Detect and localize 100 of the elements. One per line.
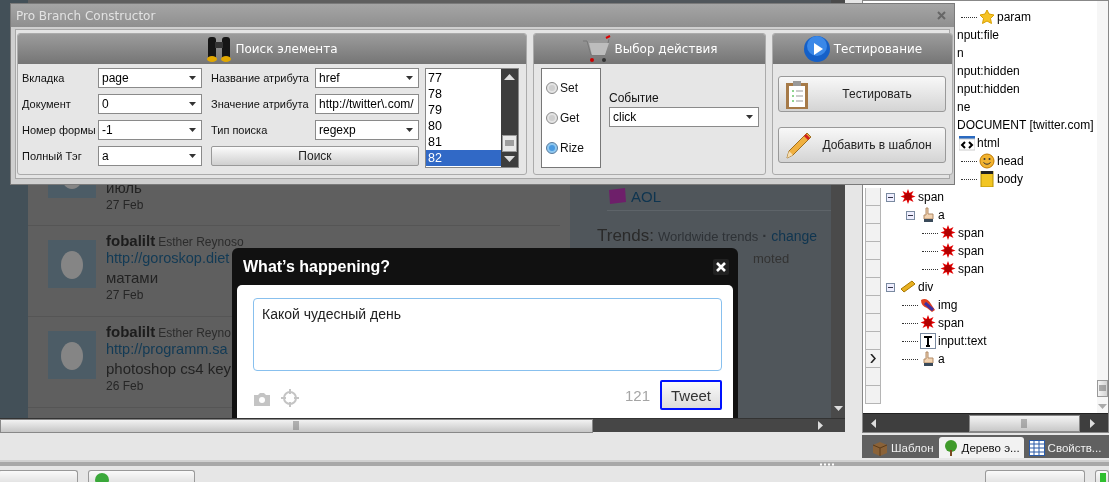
tab[interactable]: Свойств... [1024,437,1106,458]
dropdown-arrow-icon [189,102,196,106]
gutter-cell[interactable] [865,188,881,206]
close-icon[interactable] [713,258,729,275]
collapse-icon[interactable] [886,192,895,202]
tree-item[interactable]: span [918,190,945,204]
connector-line [902,340,918,342]
dropdown[interactable]: click [609,107,759,127]
action-button[interactable]: Добавить в шаблон [778,127,946,163]
scroll-right-icon[interactable] [818,421,823,430]
toolbar-button[interactable] [0,470,78,482]
tree-item[interactable]: DOCUMENT [twitter.com] [957,118,1094,132]
tree-item[interactable]: head [997,154,1024,168]
grip-icon [293,421,300,430]
gutter-cell[interactable] [865,314,881,332]
gutter-cell[interactable] [865,206,881,224]
splitter[interactable] [0,460,1109,466]
scroll-left-icon[interactable] [871,418,876,428]
gutter-cell[interactable] [865,224,881,242]
panel-title: Выбор действия [614,42,718,56]
gutter-cell[interactable] [865,242,881,260]
tweet-button[interactable]: Tweet [660,380,722,410]
scroll-down-icon[interactable] [504,156,515,162]
field-label: Документ [22,98,72,110]
burst-icon [940,261,956,277]
dropdown[interactable]: 0 [98,94,202,114]
scroll-right-icon[interactable] [1090,418,1095,428]
scrollbar-thumb[interactable] [969,414,1080,432]
dropdown[interactable]: regexp [315,120,419,140]
tree-item[interactable]: span [958,226,985,240]
list-item[interactable]: 79 [426,102,501,118]
scrollbar-thumb[interactable] [502,135,517,152]
tree-item[interactable]: ne [957,100,971,114]
list-item[interactable]: 81 [426,134,501,150]
collapse-icon[interactable] [906,210,915,220]
toolbar-button[interactable] [88,470,195,482]
scroll-down-icon[interactable] [833,406,843,411]
field-label: Событие [609,91,660,105]
tree-item[interactable]: input:text [938,334,987,348]
grip-icon [505,140,514,147]
vertical-scrollbar[interactable] [501,69,518,167]
tweet-input[interactable]: Какой чудесный день [253,298,722,371]
scrollbar-thumb[interactable] [0,418,593,433]
tree-item[interactable]: a [938,352,945,366]
tree-item[interactable]: a [938,208,945,222]
radio-button[interactable] [546,112,558,124]
dropdown[interactable]: -1 [98,120,202,140]
field-label: Полный Тэг [22,150,83,162]
tree-item[interactable]: span [938,316,965,330]
list-item[interactable]: 82 [426,150,501,166]
connector-line [922,268,938,270]
tree-item[interactable]: body [997,172,1024,186]
dropdown[interactable]: href [315,68,419,88]
list-item[interactable]: 80 [426,118,501,134]
code-icon [959,135,975,151]
tree-item[interactable]: nput:file [957,28,1000,42]
connector-line [902,358,918,360]
tree-item[interactable]: img [938,298,958,312]
tree-item[interactable]: span [958,262,985,276]
tree-item[interactable]: param [997,10,1031,24]
dropdown[interactable]: a [98,146,202,166]
gutter-cell[interactable] [865,260,881,278]
gutter-cell[interactable] [865,332,881,350]
scroll-up-icon[interactable] [504,74,515,80]
list-item[interactable]: 78 [426,86,501,102]
dropdown-arrow-icon [746,115,753,119]
toolbar-button[interactable] [985,470,1085,482]
dropdown[interactable]: page [98,68,202,88]
tweet-text: photoshop cs4 key [106,359,232,378]
tab[interactable]: Шаблон [868,437,938,458]
gutter-cell[interactable] [865,368,881,386]
gutter-cell[interactable] [865,296,881,314]
tree-item[interactable]: div [918,280,934,294]
gutter-cell[interactable] [865,386,881,404]
field-label: Тип поиска [211,124,269,136]
separator-dot: · [762,227,768,244]
tree-item[interactable]: span [958,244,985,258]
tree-item[interactable]: n [957,46,964,60]
collapse-icon[interactable] [886,282,895,292]
gutter-cell[interactable] [865,350,881,368]
gutter-cell[interactable] [865,278,881,296]
tab[interactable]: Дерево э... [938,437,1024,458]
tree-item[interactable]: nput:hidden [957,82,1020,96]
radio-button[interactable] [546,142,558,154]
ruler-icon [900,279,916,295]
scrollbar-thumb[interactable] [1097,380,1108,397]
vertical-scrollbar[interactable] [1097,1,1108,413]
text-field[interactable]: http://twitter\.com/ [315,94,419,114]
camera-icon[interactable] [253,392,271,406]
horizontal-scrollbar[interactable] [863,413,1108,432]
search-button[interactable]: Поиск [211,146,419,166]
tree-item[interactable]: nput:hidden [957,64,1020,78]
radio-button[interactable] [546,82,558,94]
tree-item[interactable]: html [977,136,1000,150]
location-icon[interactable] [281,389,299,407]
horizontal-scrollbar[interactable] [0,418,845,432]
list-item[interactable]: 77 [426,70,501,86]
cart-icon [581,35,612,63]
action-button[interactable]: Тестировать [778,76,946,112]
toolbar-button[interactable] [1095,470,1109,482]
